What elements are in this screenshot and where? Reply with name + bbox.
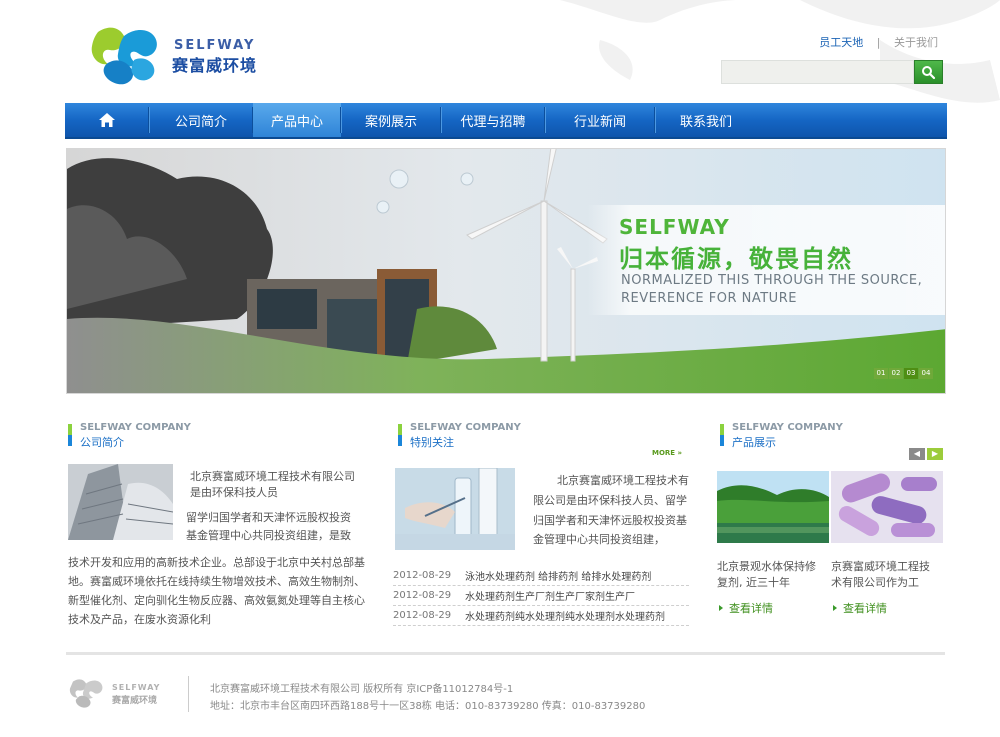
search-icon (922, 66, 936, 80)
news-list: 2012-08-29 泳池水处理药剂 给排药剂 给排水处理药剂 2012-08-… (393, 566, 689, 626)
logo-mark-icon (91, 27, 157, 85)
nav-products[interactable]: 产品中心 (253, 103, 341, 137)
about-text-line-7: 新型催化剂、定向驯化生物反应器、高效氨氮处理等自主核心 (68, 594, 365, 607)
nav-industry-news[interactable]: 行业新闻 (545, 103, 655, 137)
news-row[interactable]: 2012-08-29 水处理药剂纯水处理剂纯水处理剂水处理药剂 (393, 606, 689, 626)
product-carousel-arrows: ◀ ▶ (909, 448, 943, 460)
about-text-line-3: 留学归国学者和天津怀远股权投资 (186, 511, 351, 524)
focus-text-line-2: 限公司是由环保科技人员、留学 (533, 494, 687, 507)
company-logo[interactable]: SELFWAY 赛富威环境 (88, 22, 298, 88)
product-image-lake[interactable] (717, 471, 829, 543)
nav-cases[interactable]: 案例展示 (341, 103, 441, 137)
about-text-line-8: 技术及产品，在废水资源化利 (68, 613, 211, 626)
focus-text-line-4: 金管理中心共同投资组建， (533, 533, 665, 546)
section-bar (398, 424, 402, 446)
nav-home[interactable] (65, 103, 149, 137)
product-1-line-2: 复剂, 近三十年 (717, 576, 790, 589)
main-nav: 公司简介 产品中心 案例展示 代理与招聘 行业新闻 联系我们 (65, 103, 947, 139)
nav-about[interactable]: 公司简介 (149, 103, 253, 137)
news-date: 2012-08-29 (393, 590, 452, 601)
search-button[interactable] (914, 60, 943, 84)
product-2-detail-link[interactable]: 查看详情 (833, 600, 887, 616)
banner-pager: 01 02 03 04 (874, 368, 933, 379)
nav-contact[interactable]: 联系我们 (655, 103, 757, 137)
banner-page-2[interactable]: 02 (889, 368, 903, 379)
focus-text-line-3: 归国学者和天津怀远股权投资基 (533, 514, 687, 527)
footer-vertical-divider (188, 676, 189, 712)
about-us-link[interactable]: 关于我们 (894, 36, 938, 49)
news-row[interactable]: 2012-08-29 泳池水处理药剂 给排药剂 给排水处理药剂 (393, 566, 689, 586)
about-header-en: SELFWAY COMPANY (80, 422, 191, 433)
news-title[interactable]: 泳池水处理药剂 给排药剂 给排水处理药剂 (465, 568, 651, 583)
banner-page-1[interactable]: 01 (874, 368, 888, 379)
about-text-line-4: 基金管理中心共同投资组建，是致 (186, 529, 351, 542)
section-bar (720, 424, 724, 446)
logo-text-cn: 赛富威环境 (172, 56, 258, 75)
footer-copyright: 北京赛富威环境工程技术有限公司 版权所有 京ICP备11012784号-1 (210, 684, 514, 695)
about-header-cn: 公司简介 (80, 436, 124, 449)
banner-page-3[interactable]: 03 (904, 368, 918, 379)
home-icon (99, 113, 115, 127)
banner-en-line-1: NORMALIZED THIS THROUGH THE SOURCE, (621, 273, 923, 288)
search-input[interactable] (721, 60, 914, 84)
product-1-detail-link[interactable]: 查看详情 (719, 600, 773, 616)
products-header-cn: 产品展示 (732, 436, 776, 449)
footer-logo[interactable]: SELFWAY 赛富威环境 (68, 675, 178, 711)
news-title[interactable]: 水处理药剂纯水处理剂纯水处理剂水处理药剂 (465, 608, 665, 623)
logo-text-en: SELFWAY (174, 38, 256, 53)
staff-link[interactable]: 员工天地 (819, 36, 863, 49)
product-2-line-2: 术有限公司作为工 (831, 576, 919, 589)
top-links: 员工天地 | 关于我们 (819, 34, 938, 50)
banner-page-4[interactable]: 04 (919, 368, 933, 379)
products-header-en: SELFWAY COMPANY (732, 422, 843, 433)
banner-en-line-2: REVERENCE FOR NATURE (621, 291, 797, 306)
news-title[interactable]: 水处理药剂生产厂剂生产厂家剂生产厂 (465, 588, 635, 603)
about-text-line-6: 地。赛富威环境依托在线持续生物增效技术、高效生物制剂、 (68, 575, 365, 588)
top-links-separator: | (876, 36, 881, 49)
about-text-line-5: 技术开发和应用的高新技术企业。总部设于北京中关村总部基 (68, 556, 365, 569)
section-bar (68, 424, 72, 446)
hero-banner[interactable]: SELFWAY 归本循源，敬畏自然 NORMALIZED THIS THROUG… (66, 148, 946, 394)
carousel-next-icon[interactable]: ▶ (927, 448, 943, 460)
carousel-prev-icon[interactable]: ◀ (909, 448, 925, 460)
footer-logo-cn: 赛富威环境 (112, 696, 158, 706)
news-row[interactable]: 2012-08-29 水处理药剂生产厂剂生产厂家剂生产厂 (393, 586, 689, 606)
about-building-image[interactable] (68, 464, 173, 540)
nav-agency-jobs[interactable]: 代理与招聘 (441, 103, 545, 137)
banner-brand: SELFWAY (619, 215, 730, 239)
focus-header-en: SELFWAY COMPANY (410, 422, 521, 433)
focus-more-link[interactable]: MORE » (652, 449, 682, 457)
search-box (721, 60, 943, 84)
focus-text-line-1: 北京赛富威环境工程技术有 (557, 474, 689, 487)
footer-address: 地址：北京市丰台区南四环西路188号十一区38栋 电话：010-83739280… (210, 701, 646, 712)
news-date: 2012-08-29 (393, 570, 452, 581)
footer-divider-line (66, 652, 945, 655)
product-image-bacteria[interactable] (831, 471, 943, 543)
footer-logo-mark-icon (69, 679, 103, 708)
lab-image[interactable] (395, 468, 515, 550)
about-text-line-2: 是由环保科技人员 (190, 486, 278, 499)
footer-logo-en: SELFWAY (112, 683, 161, 692)
banner-slogan: 归本循源，敬畏自然 (619, 245, 853, 273)
focus-header-cn: 特别关注 (410, 436, 454, 449)
news-date: 2012-08-29 (393, 610, 452, 621)
